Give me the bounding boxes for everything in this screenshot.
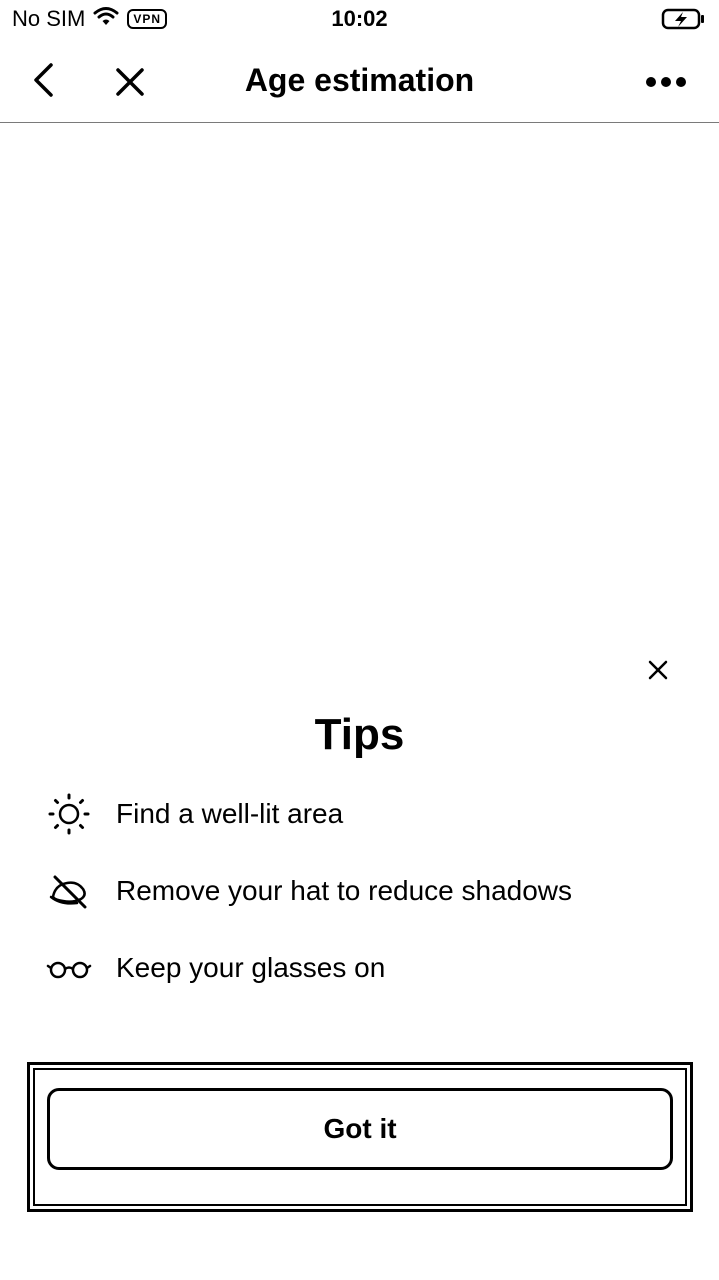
status-time: 10:02 [331,6,388,31]
glasses-icon [44,946,94,990]
got-it-button-frame: Got it [33,1068,687,1206]
tip-item: Find a well-lit area [44,792,684,836]
nav-bar: Age estimation [0,40,719,123]
close-icon [648,660,668,680]
more-horizontal-icon [646,77,686,87]
status-bar: No SIM VPN 10:02 [0,0,719,40]
battery-charging-icon [661,6,707,37]
tip-item: Keep your glasses on [44,946,684,990]
more-button[interactable] [643,62,689,102]
tip-text: Find a well-lit area [116,798,344,829]
tip-item: Remove your hat to reduce shadows [44,869,684,913]
tip-text: Remove your hat to reduce shadows [116,875,573,906]
tip-text: Keep your glasses on [116,952,386,983]
got-it-button[interactable]: Got it [47,1088,673,1170]
page-title: Age estimation [244,62,475,98]
sun-icon [44,792,94,836]
tips-close-button[interactable] [642,654,674,686]
hat-off-icon [44,869,94,913]
tips-title: Tips [314,710,405,759]
got-it-button-container: Got it [27,1062,693,1212]
